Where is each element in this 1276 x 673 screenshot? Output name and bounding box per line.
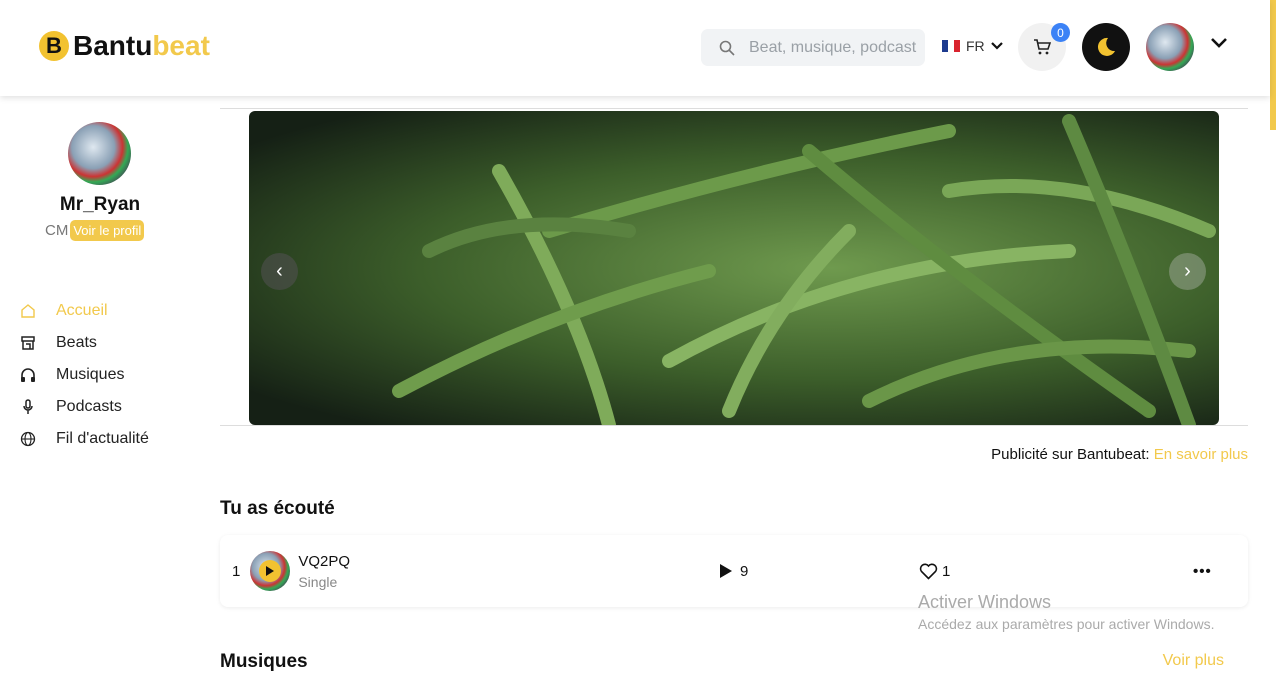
like-button[interactable]: 1 <box>919 563 950 580</box>
green-beans-image <box>392 114 1216 425</box>
track-rank: 1 <box>232 562 241 580</box>
search-placeholder: Beat, musique, podcast <box>749 38 917 56</box>
ad-text: Publicité sur Bantubeat: <box>991 446 1150 463</box>
heart-icon <box>919 563 938 580</box>
carousel-next-button[interactable]: › <box>1169 253 1206 290</box>
cart-count-badge: 0 <box>1051 23 1070 42</box>
sidebar-item-beats[interactable]: Beats <box>20 327 149 359</box>
ad-carousel: ‹ › <box>220 108 1248 426</box>
track-type: Single <box>298 573 338 590</box>
recent-section-title: Tu as écouté <box>220 498 335 519</box>
logo-icon: B <box>39 31 69 61</box>
view-profile-button[interactable]: Voir le profil <box>70 220 145 241</box>
track-cover <box>250 551 291 591</box>
sidebar-item-label: Accueil <box>56 302 108 319</box>
chevron-down-icon <box>990 42 1003 50</box>
logo[interactable]: B Bantu beat <box>39 30 210 62</box>
play-icon <box>720 564 732 578</box>
profile-avatar[interactable] <box>68 122 131 185</box>
logo-text: Bantu <box>73 30 153 61</box>
header: B Bantu beat Beat, musique, podcast FR 0 <box>0 0 1270 96</box>
user-avatar[interactable] <box>1146 23 1194 71</box>
sidebar-item-fil-actualite[interactable]: Fil d'actualité <box>20 423 149 455</box>
home-icon <box>21 304 35 318</box>
language-label: FR <box>966 38 985 54</box>
moon-icon <box>1097 37 1115 56</box>
learn-more-link[interactable]: En savoir plus <box>1154 446 1248 463</box>
carousel-image[interactable] <box>249 111 1219 425</box>
carousel-prev-button[interactable]: ‹ <box>261 253 298 290</box>
cart-button[interactable]: 0 <box>1018 23 1070 71</box>
play-count-value: 9 <box>740 562 749 580</box>
ad-notice: Publicité sur Bantubeat: En savoir plus <box>991 446 1248 463</box>
chevron-left-icon: ‹ <box>276 260 283 282</box>
mic-icon <box>23 399 33 414</box>
see-more-link[interactable]: Voir plus <box>1163 652 1224 670</box>
track-title[interactable]: VQ2PQ <box>298 553 350 570</box>
sidebar-item-musiques[interactable]: Musiques <box>20 359 149 391</box>
watermark-title: Activer Windows <box>918 592 1052 612</box>
dark-mode-toggle[interactable] <box>1082 23 1130 71</box>
user-menu-chevron-icon[interactable] <box>1210 36 1228 50</box>
sidebar-item-accueil[interactable]: Accueil <box>20 295 149 327</box>
sidebar-item-label: Musiques <box>56 366 125 383</box>
store-icon <box>21 336 35 350</box>
profile-country: CM <box>45 222 69 239</box>
sidebar-item-label: Podcasts <box>56 398 122 415</box>
sidebar-nav: Accueil Beats Musiques Podcasts Fil d'ac… <box>20 295 149 455</box>
cart-icon <box>1034 39 1051 55</box>
language-selector[interactable]: FR <box>942 38 1004 54</box>
more-options-icon[interactable]: ••• <box>1193 563 1212 580</box>
chevron-right-icon: › <box>1184 260 1191 282</box>
search-icon <box>719 40 735 56</box>
play-icon <box>266 566 275 576</box>
sidebar-item-label: Beats <box>56 334 97 351</box>
france-flag-icon <box>942 40 960 52</box>
sidebar-item-podcasts[interactable]: Podcasts <box>20 391 149 423</box>
sidebar-item-label: Fil d'actualité <box>56 430 149 447</box>
scrollbar[interactable] <box>1270 0 1276 130</box>
play-button[interactable] <box>259 560 282 582</box>
watermark-subtitle: Accédez aux paramètres pour activer Wind… <box>918 616 1215 632</box>
headphones-icon <box>21 368 35 382</box>
like-count: 1 <box>942 562 951 580</box>
globe-icon <box>20 431 36 447</box>
play-count: 9 <box>720 563 748 580</box>
logo-text-accent: beat <box>152 30 210 61</box>
profile-name: Mr_Ryan <box>59 194 141 215</box>
windows-activation-watermark: Activer Windows Accédez aux paramètres po… <box>918 592 1214 632</box>
search-input[interactable]: Beat, musique, podcast <box>701 29 925 66</box>
music-section-title: Musiques <box>220 651 308 672</box>
